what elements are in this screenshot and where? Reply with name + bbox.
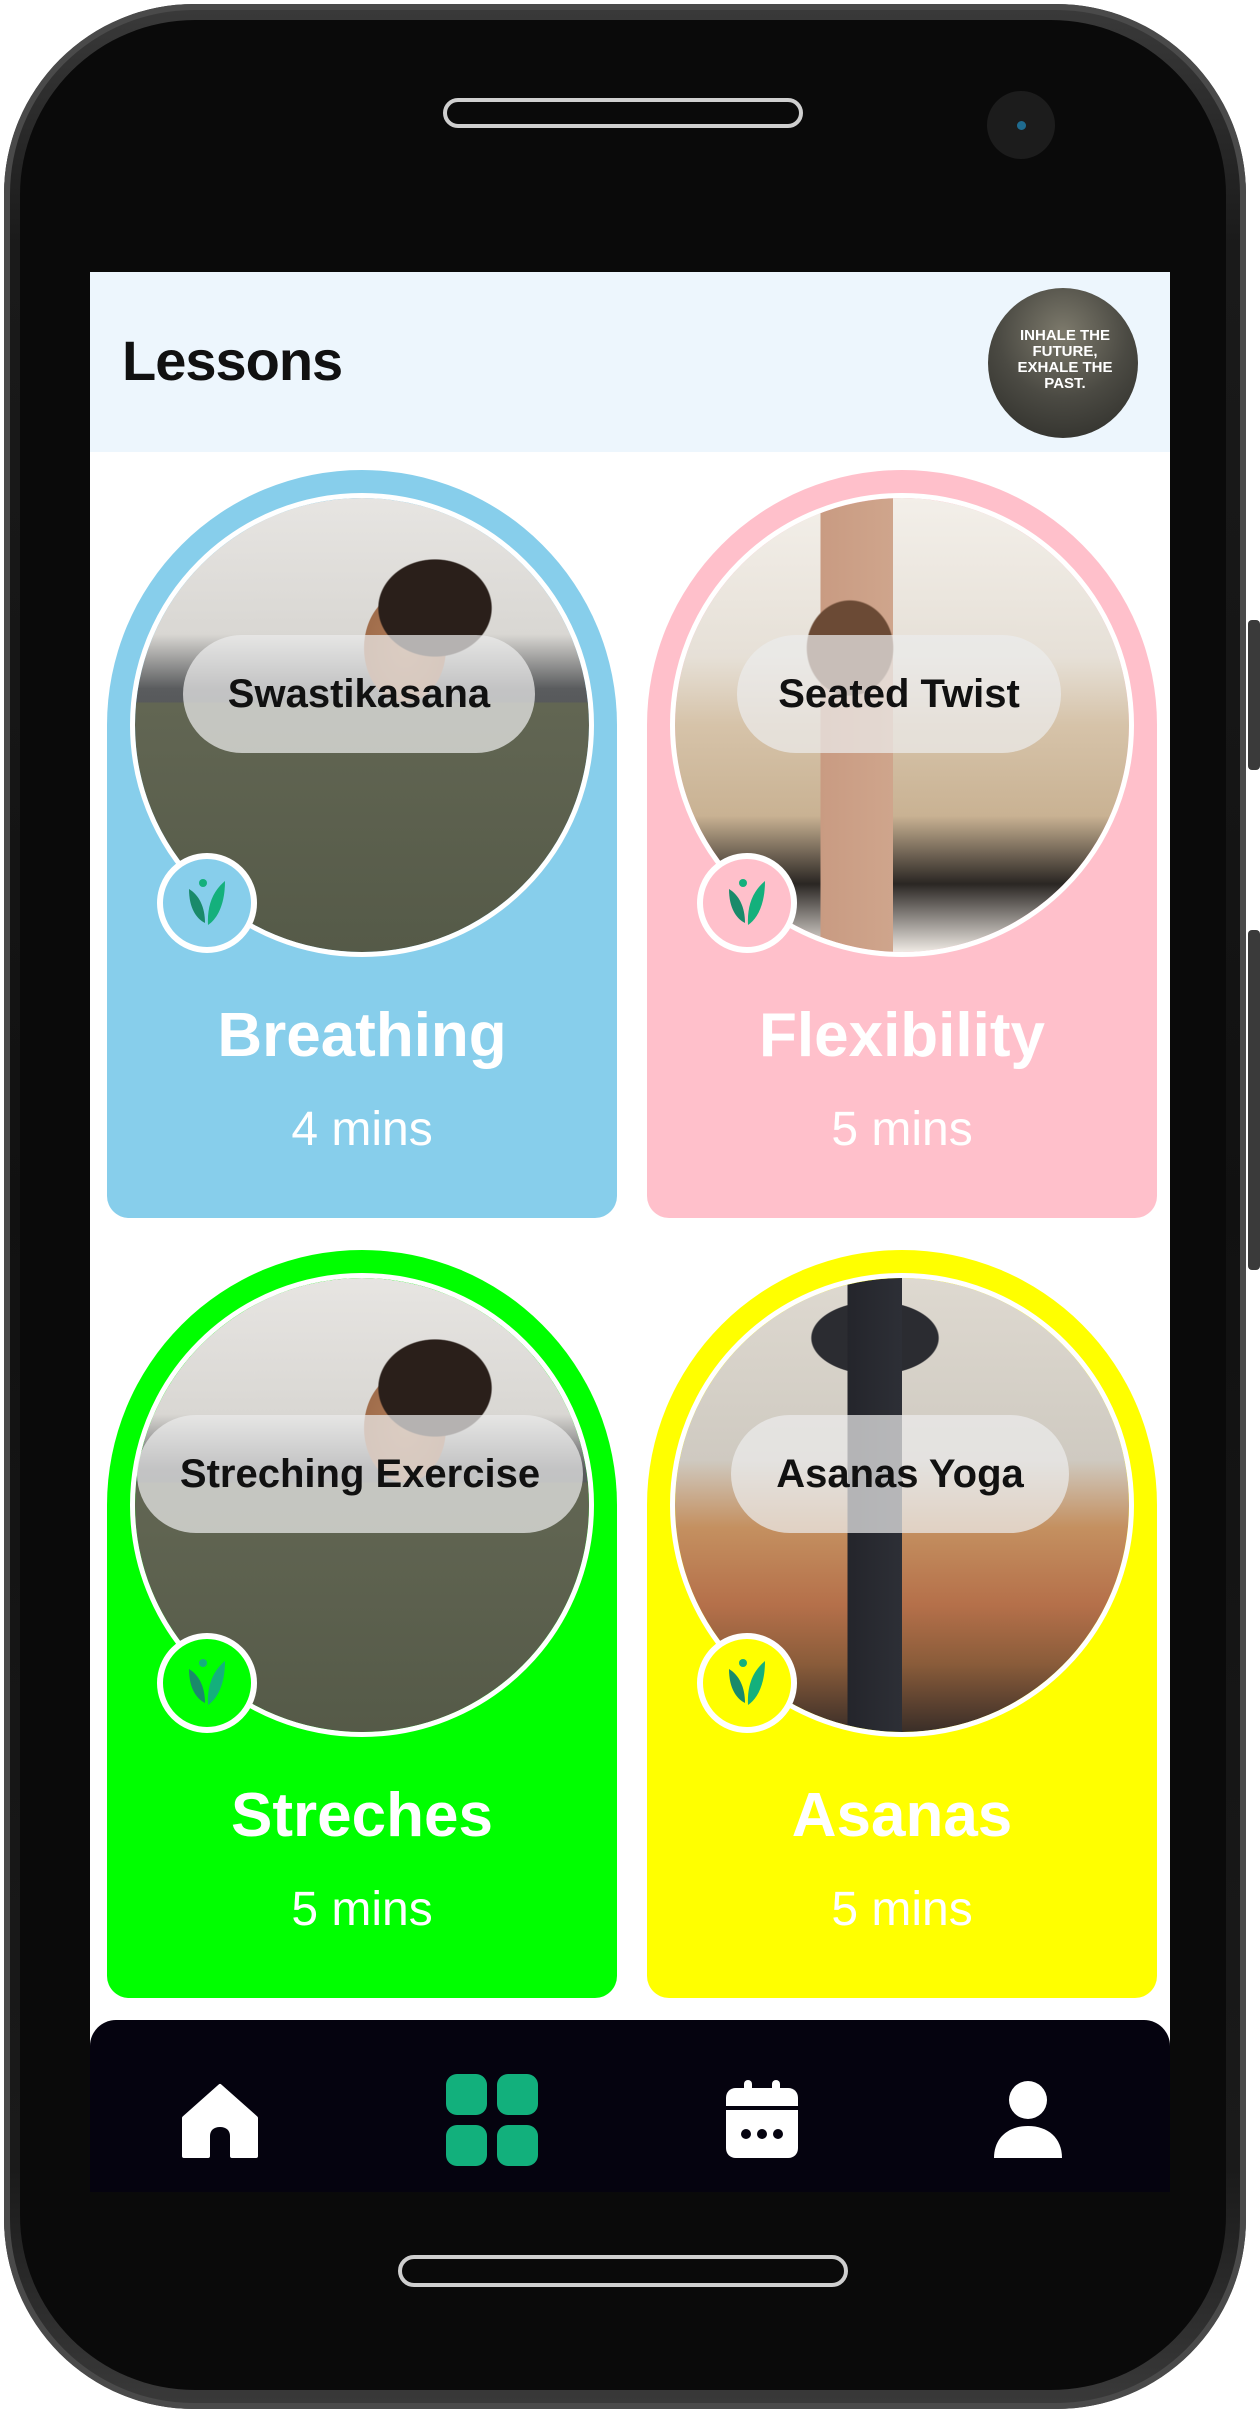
lesson-duration: 5 mins — [291, 1883, 433, 1936]
page-title: Lessons — [122, 329, 343, 392]
avatar-quote: INHALE THE FUTURE, EXHALE THE PAST. — [1017, 327, 1113, 392]
pose-label: Seated Twist — [737, 635, 1061, 753]
lesson-title: Asanas — [791, 1781, 1013, 1850]
lesson-title: Breathing — [217, 1001, 507, 1070]
lesson-title: Flexibility — [759, 1001, 1045, 1070]
calendar-icon — [726, 2080, 798, 2158]
bottom-speaker — [398, 2255, 848, 2287]
leaf-icon — [729, 1659, 765, 1705]
leaf-icon — [729, 879, 765, 925]
bottom-nav — [90, 2020, 1170, 2192]
user-icon — [994, 2081, 1062, 2158]
nav-lessons[interactable] — [442, 2070, 542, 2170]
lesson-duration: 5 mins — [831, 1883, 973, 1936]
top-bar: Lessons INHALE THE FUTURE, EXHALE THE PA… — [90, 272, 1170, 452]
leaf-badge — [157, 853, 257, 953]
pose-label: Swastikasana — [183, 635, 535, 753]
nav-calendar[interactable] — [712, 2070, 812, 2170]
power-button — [1248, 930, 1260, 1270]
app-screen: Lessons INHALE THE FUTURE, EXHALE THE PA… — [90, 272, 1170, 2192]
lesson-card-asanas[interactable]: Asanas Yoga Asanas 5 mins — [647, 1250, 1157, 1998]
lesson-card-flexibility[interactable]: Seated Twist Flexibility 5 mins — [647, 470, 1157, 1218]
leaf-badge — [157, 1633, 257, 1733]
leaf-icon — [189, 879, 225, 925]
earpiece-speaker — [443, 98, 803, 128]
nav-profile[interactable] — [978, 2070, 1078, 2170]
volume-button — [1248, 620, 1260, 770]
leaf-badge — [697, 1633, 797, 1733]
lesson-card-breathing[interactable]: Swastikasana Breathing 4 mins — [107, 470, 617, 1218]
grid-icon — [446, 2074, 538, 2166]
lesson-duration: 4 mins — [291, 1103, 433, 1156]
front-camera — [987, 91, 1055, 159]
pose-label: Asanas Yoga — [731, 1415, 1069, 1533]
leaf-badge — [697, 853, 797, 953]
pose-label: Streching Exercise — [137, 1415, 583, 1533]
lesson-duration: 5 mins — [831, 1103, 973, 1156]
nav-home[interactable] — [170, 2070, 270, 2170]
leaf-icon — [189, 1659, 225, 1705]
lesson-card-streches[interactable]: Streching Exercise Streches 5 mins — [107, 1250, 617, 1998]
phone-device: Lessons INHALE THE FUTURE, EXHALE THE PA… — [0, 0, 1260, 2415]
home-icon — [182, 2084, 258, 2158]
avatar[interactable]: INHALE THE FUTURE, EXHALE THE PAST. — [988, 288, 1138, 438]
lesson-title: Streches — [231, 1781, 493, 1850]
